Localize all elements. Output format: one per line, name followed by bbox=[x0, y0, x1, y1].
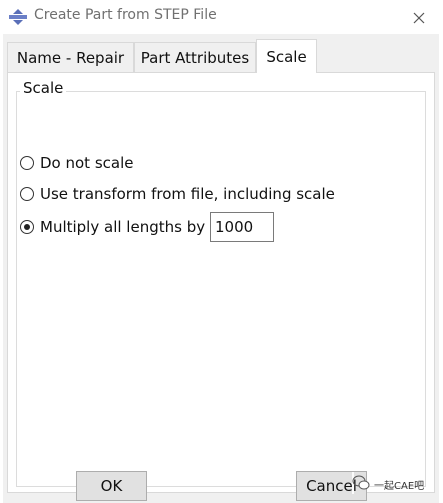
window-title: Create Part from STEP File bbox=[34, 7, 217, 23]
radio-label: Use transform from file, including scale bbox=[40, 185, 335, 203]
watermark: 一起CAE吧 bbox=[352, 472, 424, 494]
tab-name-repair[interactable]: Name - Repair bbox=[7, 42, 134, 72]
tab-scale[interactable]: Scale bbox=[256, 39, 317, 73]
dialog-body: Name - Repair Part Attributes Scale Scal… bbox=[3, 34, 439, 503]
radio-label: Do not scale bbox=[40, 154, 134, 172]
abaqus-icon bbox=[9, 9, 27, 25]
ok-button[interactable]: OK bbox=[76, 471, 147, 501]
create-part-dialog: Create Part from STEP File Name - Repair… bbox=[0, 0, 443, 503]
radio-label: Multiply all lengths by bbox=[40, 218, 206, 236]
watermark-text: 一起CAE吧 bbox=[374, 481, 425, 492]
tab-part-attributes[interactable]: Part Attributes bbox=[134, 42, 256, 72]
scale-group-label: Scale bbox=[20, 79, 67, 97]
scale-group-box bbox=[16, 91, 426, 487]
radio-button-icon[interactable] bbox=[20, 156, 34, 170]
close-icon[interactable] bbox=[409, 8, 429, 28]
scale-tab-panel: Scale Do not scale Use transform from fi… bbox=[7, 72, 435, 493]
multiply-factor-input[interactable] bbox=[210, 212, 274, 242]
radio-dot bbox=[24, 224, 30, 230]
wechat-logo-icon bbox=[352, 475, 370, 490]
title-bar: Create Part from STEP File bbox=[0, 0, 443, 34]
radio-button-icon[interactable] bbox=[20, 187, 34, 201]
radio-button-selected-icon[interactable] bbox=[20, 220, 34, 234]
